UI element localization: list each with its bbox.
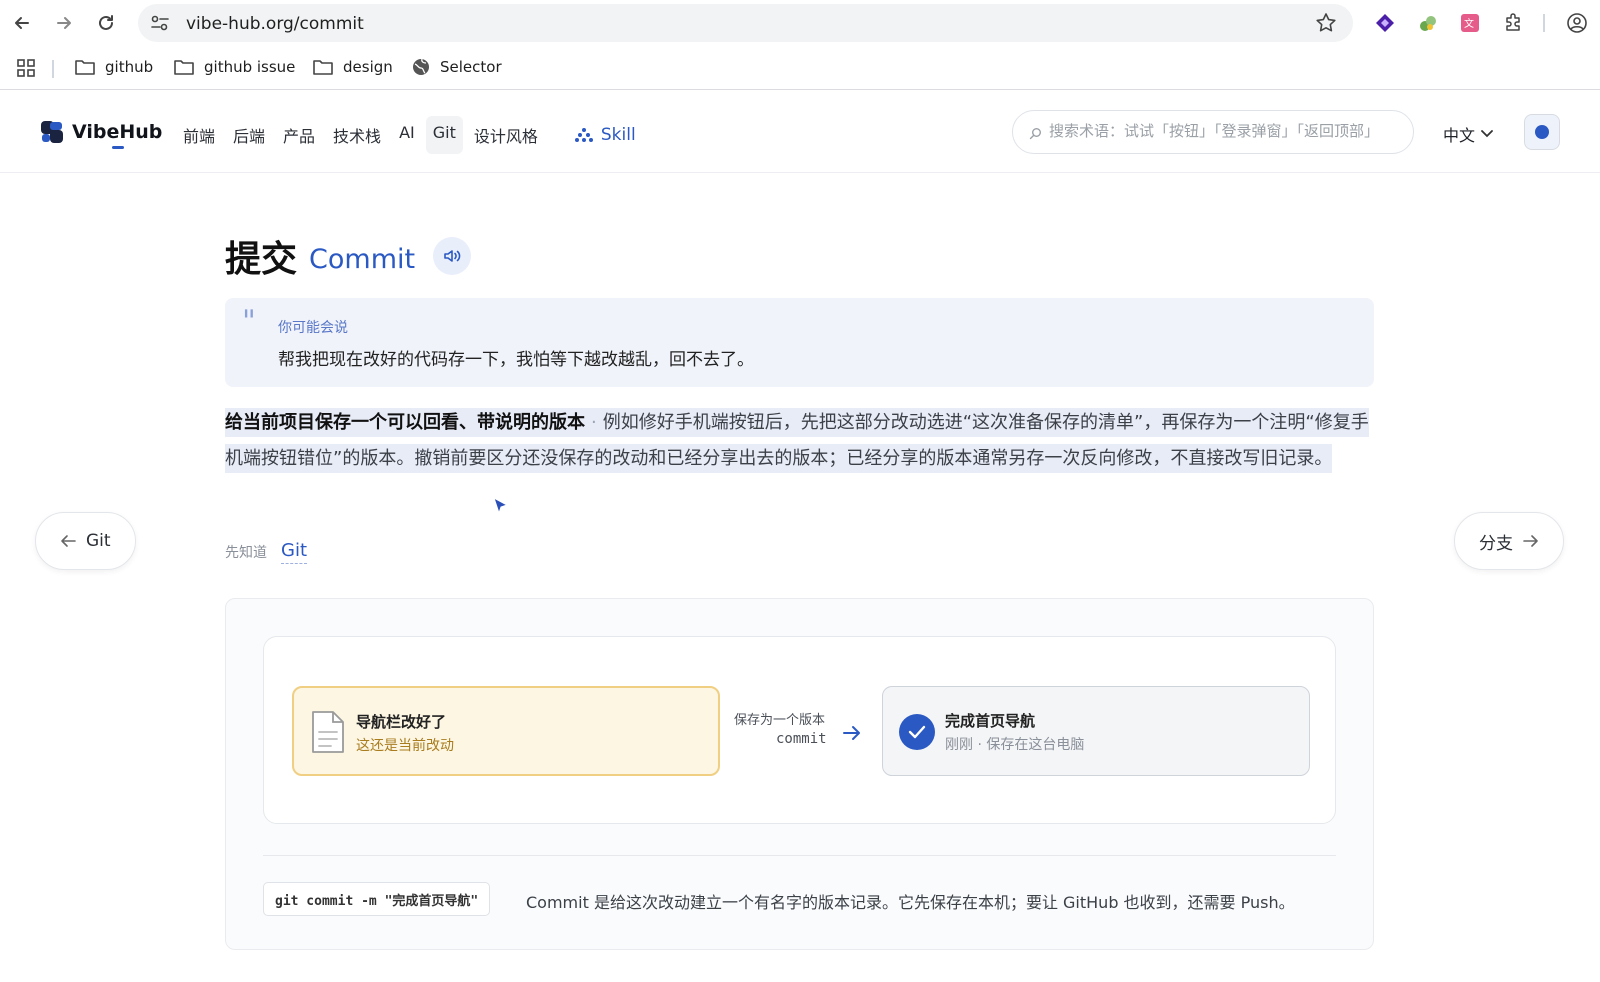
commit-subtitle: 刚刚 · 保存在这台电脑 (945, 737, 1085, 753)
change-title: 导航栏改好了 (356, 713, 447, 731)
arrow-code: commit (776, 731, 827, 747)
mouse-cursor-icon (493, 496, 509, 521)
theme-dot-icon (1535, 125, 1549, 139)
definition: 给当前项目保存一个可以回看、带说明的版本 · 例如修好手机端按钮后，先把这部分改动选… (225, 405, 1380, 477)
extension-translate-icon[interactable]: 文 (1459, 12, 1481, 34)
bookmark-star-icon[interactable] (1315, 12, 1337, 38)
prerequisite-link-git[interactable]: Git (281, 540, 308, 564)
skill-pyramid-icon (574, 128, 593, 142)
search-icon (1029, 125, 1042, 144)
pronounce-button[interactable] (433, 237, 472, 275)
next-term-label: 分支 (1479, 533, 1513, 554)
demo-panel: 导航栏改好了 这还是当前改动 保存为一个版本 commit 完成首页导航 刚刚 … (225, 598, 1374, 950)
arrow-right-icon (1523, 535, 1538, 547)
bookmarks-bar: github github issue design Selector (0, 46, 1600, 90)
url-text[interactable]: vibe-hub.org/commit (186, 14, 364, 34)
commit-title: 完成首页导航 (945, 712, 1036, 730)
vibehub-logo-icon (41, 121, 63, 143)
extension-diamond-icon[interactable] (1374, 12, 1396, 34)
bookmark-design[interactable]: design (313, 58, 393, 76)
prerequisite: 先知道 Git (225, 540, 308, 564)
quote-mark-icon: " (242, 304, 256, 339)
globe-icon (413, 58, 429, 75)
logo-text: VibeHub (72, 121, 163, 143)
site-info-icon[interactable] (150, 14, 170, 36)
folder-icon (313, 60, 333, 75)
search-box[interactable] (1012, 110, 1414, 154)
arrow-left-icon (61, 535, 76, 547)
demo-diagram: 导航栏改好了 这还是当前改动 保存为一个版本 commit 完成首页导航 刚刚 … (263, 636, 1336, 824)
nav-item-frontend[interactable]: 前端 (176, 116, 222, 154)
document-icon (310, 710, 346, 758)
bookmarks-divider (52, 60, 54, 78)
main-nav: 前端 后端 产品 技术栈 AI Git 设计风格 Skill (176, 116, 644, 154)
title-zh: 提交 (225, 239, 298, 280)
nav-item-design-style[interactable]: 设计风格 (467, 116, 545, 154)
back-icon[interactable] (9, 10, 35, 36)
chevron-down-icon (1481, 130, 1493, 138)
svg-text:文: 文 (1464, 17, 1474, 30)
extensions-icon[interactable] (1502, 12, 1524, 34)
nav-item-tech-stack[interactable]: 技术栈 (326, 116, 388, 154)
quote-text: 帮我把现在改好的代码存一下，我怕等下越改越乱，回不去了。 (278, 350, 754, 370)
definition-bold: 给当前项目保存一个可以回看、带说明的版本 (225, 412, 585, 433)
bookmark-label: Selector (440, 58, 502, 76)
command-snippet[interactable]: git commit -m "完成首页导航" (263, 882, 491, 916)
reload-icon[interactable] (93, 10, 119, 36)
prev-term-label: Git (86, 531, 111, 551)
change-subtitle: 这还是当前改动 (356, 738, 454, 754)
arrow-label: 保存为一个版本 (734, 713, 826, 728)
site-header: VibeHub 前端 后端 产品 技术栈 AI Git 设计风格 Skill 中… (0, 91, 1600, 173)
arrow-right-icon (843, 726, 860, 740)
logo-underline (112, 146, 124, 149)
command-description: Commit 是给这次改动建立一个有名字的版本记录。它先保存在本机；要让 Git… (526, 893, 1295, 912)
extension-puzzle-color-icon[interactable] (1417, 12, 1439, 34)
current-change-card: 导航栏改好了 这还是当前改动 (292, 686, 720, 776)
address-bar[interactable]: vibe-hub.org/commit (138, 4, 1353, 42)
speaker-icon (444, 250, 461, 262)
bookmark-label: github issue (204, 58, 296, 76)
bookmark-label: design (343, 58, 393, 76)
title-en: Commit (309, 243, 416, 275)
quote-label: 你可能会说 (278, 320, 348, 336)
search-input[interactable] (1049, 122, 1404, 140)
bookmark-github-issue[interactable]: github issue (174, 58, 295, 76)
bookmark-label: github (105, 58, 154, 76)
checkmark-icon (899, 714, 935, 750)
commit-card: 完成首页导航 刚刚 · 保存在这台电脑 (882, 686, 1310, 776)
quote-box: " 你可能会说 帮我把现在改好的代码存一下，我怕等下越改越乱，回不去了。 (225, 298, 1374, 387)
definition-separator: · (591, 412, 597, 433)
bookmark-github[interactable]: github (75, 58, 153, 76)
language-label: 中文 (1443, 126, 1476, 145)
profile-icon[interactable] (1566, 12, 1588, 34)
browser-toolbar: vibe-hub.org/commit 文 (0, 0, 1600, 46)
theme-toggle-button[interactable] (1524, 114, 1560, 150)
skill-label: Skill (600, 125, 636, 145)
nav-item-backend[interactable]: 后端 (226, 116, 272, 154)
apps-grid-icon[interactable] (16, 58, 36, 78)
nav-item-git[interactable]: Git (425, 116, 463, 154)
nav-item-ai[interactable]: AI (392, 116, 422, 154)
logo[interactable]: VibeHub (40, 120, 162, 144)
nav-item-product[interactable]: 产品 (276, 116, 322, 154)
demo-divider (263, 855, 1336, 856)
prerequisite-label: 先知道 (225, 545, 267, 561)
page-title: 提交 Commit (225, 230, 472, 282)
forward-icon[interactable] (51, 10, 77, 36)
folder-icon (75, 60, 95, 75)
bookmark-selector[interactable]: Selector (412, 58, 502, 76)
next-term-button[interactable]: 分支 (1454, 512, 1564, 570)
prev-term-button[interactable]: Git (35, 512, 136, 570)
folder-icon (174, 60, 194, 75)
toolbar-divider (1543, 14, 1545, 32)
language-selector[interactable]: 中文 (1443, 122, 1493, 146)
nav-item-skill[interactable]: Skill (567, 116, 644, 154)
